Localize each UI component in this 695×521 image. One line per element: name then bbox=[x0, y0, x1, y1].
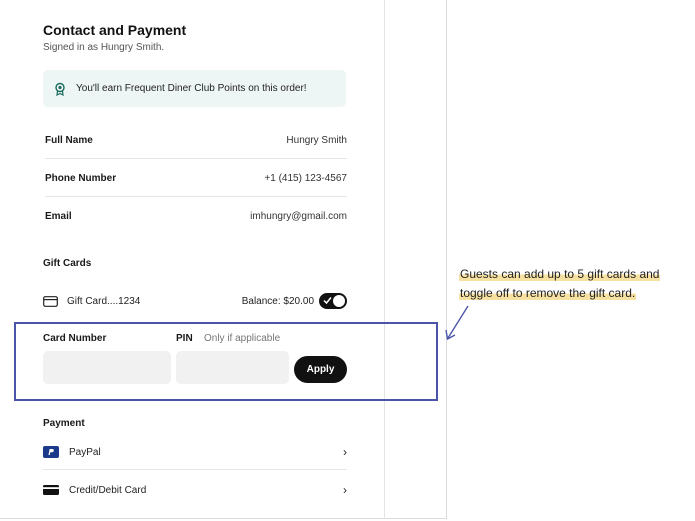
credit-card-label: Credit/Debit Card bbox=[69, 484, 147, 496]
gift-card-balance: Balance: $20.00 bbox=[241, 295, 314, 307]
gift-card-item: Gift Card....1234 Balance: $20.00 bbox=[43, 292, 347, 310]
chevron-right-icon: › bbox=[343, 445, 347, 459]
pin-label: PIN bbox=[176, 333, 193, 344]
credit-card-icon bbox=[43, 484, 59, 496]
annotation-line-2: toggle off to remove the gift card. bbox=[459, 286, 637, 300]
toggle-knob bbox=[333, 295, 345, 307]
payment-heading: Payment bbox=[43, 418, 85, 429]
check-icon bbox=[323, 297, 332, 305]
annotation-arrow-icon bbox=[445, 305, 469, 341]
paypal-label: PayPal bbox=[69, 446, 101, 458]
full-name-value: Hungry Smith bbox=[286, 134, 347, 146]
gift-card-name: Gift Card....1234 bbox=[67, 295, 141, 307]
full-name-row: Full Name Hungry Smith bbox=[45, 121, 347, 159]
award-badge-icon bbox=[53, 82, 67, 96]
email-label: Email bbox=[45, 210, 72, 222]
payment-method-paypal[interactable]: PayPal › bbox=[43, 442, 347, 462]
annotation-note: Guests can add up to 5 gift cards and to… bbox=[459, 265, 695, 303]
full-name-label: Full Name bbox=[45, 134, 93, 146]
pin-input[interactable] bbox=[176, 351, 289, 384]
divider bbox=[43, 469, 347, 470]
card-number-input[interactable] bbox=[43, 351, 171, 384]
email-row: Email imhungry@gmail.com bbox=[45, 197, 347, 235]
chevron-right-icon: › bbox=[343, 483, 347, 497]
phone-number-value: +1 (415) 123-4567 bbox=[264, 172, 347, 184]
payment-method-card[interactable]: Credit/Debit Card › bbox=[43, 480, 347, 500]
gift-card-toggle[interactable] bbox=[319, 293, 347, 309]
rewards-banner: You'll earn Frequent Diner Club Points o… bbox=[43, 70, 346, 107]
email-value: imhungry@gmail.com bbox=[250, 210, 347, 222]
gift-card-icon bbox=[43, 295, 58, 307]
pin-hint: Only if applicable bbox=[204, 333, 281, 344]
phone-number-row: Phone Number +1 (415) 123-4567 bbox=[45, 159, 347, 197]
page-title: Contact and Payment bbox=[43, 22, 187, 38]
signed-in-subtitle: Signed in as Hungry Smith. bbox=[43, 42, 165, 53]
paypal-icon bbox=[43, 446, 59, 458]
phone-number-label: Phone Number bbox=[45, 172, 117, 184]
card-number-label: Card Number bbox=[43, 333, 107, 344]
annotation-line-1: Guests can add up to 5 gift cards and bbox=[459, 267, 661, 281]
gift-cards-heading: Gift Cards bbox=[43, 258, 92, 269]
rewards-banner-text: You'll earn Frequent Diner Club Points o… bbox=[76, 83, 307, 94]
vertical-divider bbox=[384, 0, 385, 519]
apply-button[interactable]: Apply bbox=[294, 356, 347, 383]
